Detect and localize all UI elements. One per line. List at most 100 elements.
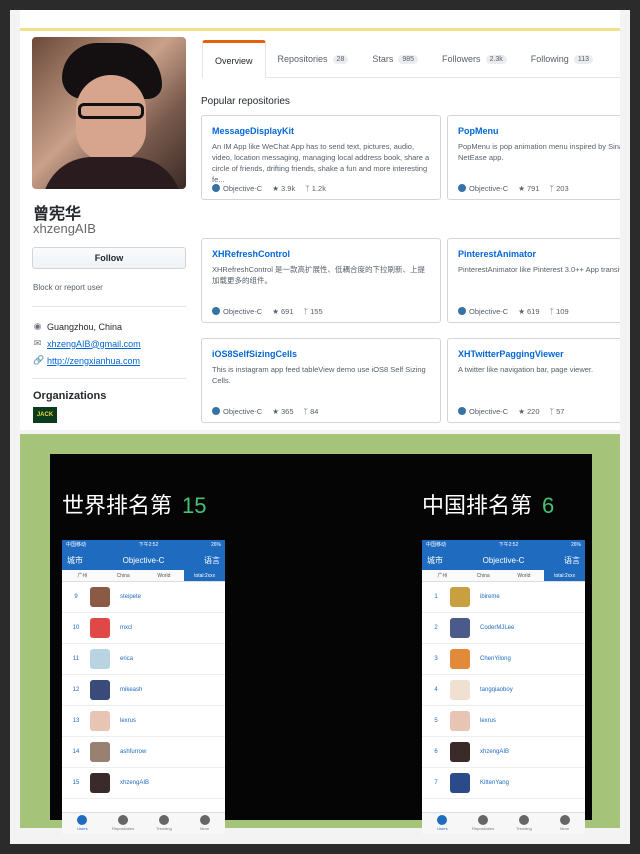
tabbar-item-0[interactable]: Users [62,813,103,834]
ranking-row[interactable]: 4 tangqiaoboy [422,675,585,706]
tab-bar: Users Repositories Trending More [62,812,225,834]
popular-repos-heading: Popular repositories [201,96,290,107]
fork-icon: ᛉ [303,407,309,416]
rank-number: 10 [72,625,80,631]
repo-name-link[interactable]: iOS8SelfSizingCells [212,349,430,359]
tabbar-item-0[interactable]: Users [422,813,463,834]
repo-forks[interactable]: ᛉ 57 [550,407,565,416]
tab-stars[interactable]: Stars 985 [360,40,430,78]
tabbar-item-1[interactable]: Repositories [463,813,504,834]
repo-stars[interactable]: ★ 365 [272,407,293,416]
ranking-panel: 世界排名第 15 中国排名第 6 中国移动 下午2:52 26% 城市 Objective-… [20,434,620,834]
email-link[interactable]: xhzengAIB@gmail.com [47,339,141,349]
world-ranking-phone: 中国移动 下午2:52 26% 城市 Objective-C 语言 广州 China World… [62,540,225,834]
user-login: erica [120,656,134,662]
ranking-row[interactable]: 14 ashfurrow [62,737,225,768]
segment-0[interactable]: 广州 [422,570,463,581]
nav-title: Objective-C [482,555,525,565]
avatar [450,587,470,607]
ranking-row[interactable]: 10 mxcl [62,613,225,644]
repo-name-link[interactable]: MessageDisplayKit [212,126,430,136]
repo-stars[interactable]: ★ 691 [272,307,293,316]
block-report-link[interactable]: Block or report user [33,283,103,292]
fork-icon: ᛉ [549,407,555,416]
language-button[interactable]: 语言 [204,555,220,566]
ranking-row[interactable]: 13 lexrus [62,706,225,737]
repo-forks[interactable]: ᛉ 155 [304,307,323,316]
ranking-row[interactable]: 3 ChenYilong [422,644,585,675]
ranking-row[interactable]: 7 KittenYang [422,768,585,799]
user-login: CoderMJLee [480,625,515,631]
segment-2[interactable]: World [144,570,185,581]
repo-stars[interactable]: ★ 791 [518,184,539,193]
tabbar-item-2[interactable]: Trending [144,813,185,834]
location-text: Guangzhou, China [47,321,123,332]
repo-forks[interactable]: ᛉ 109 [550,307,569,316]
ranking-row[interactable]: 15 xhzengAIB [62,768,225,799]
repo-forks[interactable]: ᛉ 1.2k [305,184,326,193]
tabbar-item-2[interactable]: Trending [504,813,545,834]
ranking-row[interactable]: 9 steipete [62,582,225,613]
repo-language: Objective-C [223,407,263,416]
follow-button[interactable]: Follow [32,247,186,269]
language-color-icon [458,184,466,192]
user-login: lexrus [120,718,137,724]
repo-description: PopMenu is pop animation menu inspired b… [458,142,620,162]
repo-stars[interactable]: ★ 3.9k [272,184,295,193]
repo-forks[interactable]: ᛉ 203 [550,184,569,193]
tab-overview[interactable]: Overview [202,40,266,78]
tab-followers[interactable]: Followers 2.3k [430,40,519,78]
avatar [90,618,110,638]
tab-icon [559,815,570,825]
repo-name-link[interactable]: XHRefreshControl [212,249,430,259]
language-button[interactable]: 语言 [564,555,580,566]
ranking-row[interactable]: 12 mikeash [62,675,225,706]
segment-3[interactable]: total:2xxx [544,570,585,581]
repo-stars[interactable]: ★ 619 [518,307,539,316]
avatar[interactable] [32,37,186,189]
website-link[interactable]: http://zengxianhua.com [47,356,140,366]
header-divider [20,28,620,31]
fork-icon: ᛉ [549,307,555,316]
rank-number: 14 [72,749,80,755]
email-row: ✉ xhzengAIB@gmail.com [33,338,141,349]
tab-bar: Users Repositories Trending More [422,812,585,834]
divider [32,306,186,307]
repo-name-link[interactable]: XHTwitterPaggingViewer [458,349,620,359]
repo-name-link[interactable]: PopMenu [458,126,620,136]
repo-language: Objective-C [223,307,263,316]
repo-forks[interactable]: ᛉ 84 [304,407,319,416]
star-icon: ★ [272,184,279,193]
tabbar-item-3[interactable]: More [184,813,225,834]
github-profile: 曾宪华 xhzengAIB Follow Block or report use… [20,10,620,430]
repo-stars[interactable]: ★ 220 [518,407,539,416]
segment-1[interactable]: China [103,570,144,581]
city-button[interactable]: 城市 [67,555,83,566]
repo-meta: Objective-C ★ 791 ᛉ 203 [458,184,569,193]
organization-logo[interactable]: JACK [33,407,57,423]
profile-tabs: Overview Repositories 28 Stars 985 Followe… [202,40,620,78]
repo-description: A twitter like navigation bar, page view… [458,365,594,374]
tab-following[interactable]: Following 113 [519,40,605,78]
avatar [90,773,110,793]
rank-number: 1 [434,594,438,600]
ranking-row[interactable]: 1 ibireme [422,582,585,613]
tab-repositories[interactable]: Repositories 28 [266,40,361,78]
avatar [450,773,470,793]
repo-meta: Objective-C ★ 691 ᛉ 155 [212,307,323,316]
repo-language: Objective-C [469,307,509,316]
segment-3[interactable]: total:2xxx [184,570,225,581]
repo-name-link[interactable]: PinterestAnimator [458,249,620,259]
tabbar-item-3[interactable]: More [544,813,585,834]
segment-0[interactable]: 广州 [62,570,103,581]
ranking-row[interactable]: 2 CoderMJLee [422,613,585,644]
repo-description: An IM App like WeChat App has to send te… [212,142,430,184]
ranking-row[interactable]: 5 lexrus [422,706,585,737]
tabbar-item-1[interactable]: Repositories [103,813,144,834]
ranking-row[interactable]: 11 erica [62,644,225,675]
city-button[interactable]: 城市 [427,555,443,566]
ranking-row[interactable]: 6 xhzengAIB [422,737,585,768]
ranking-dark-area: 世界排名第 15 中国排名第 6 中国移动 下午2:52 26% 城市 Objective-… [50,454,592,834]
segment-1[interactable]: China [463,570,504,581]
segment-2[interactable]: World [504,570,545,581]
